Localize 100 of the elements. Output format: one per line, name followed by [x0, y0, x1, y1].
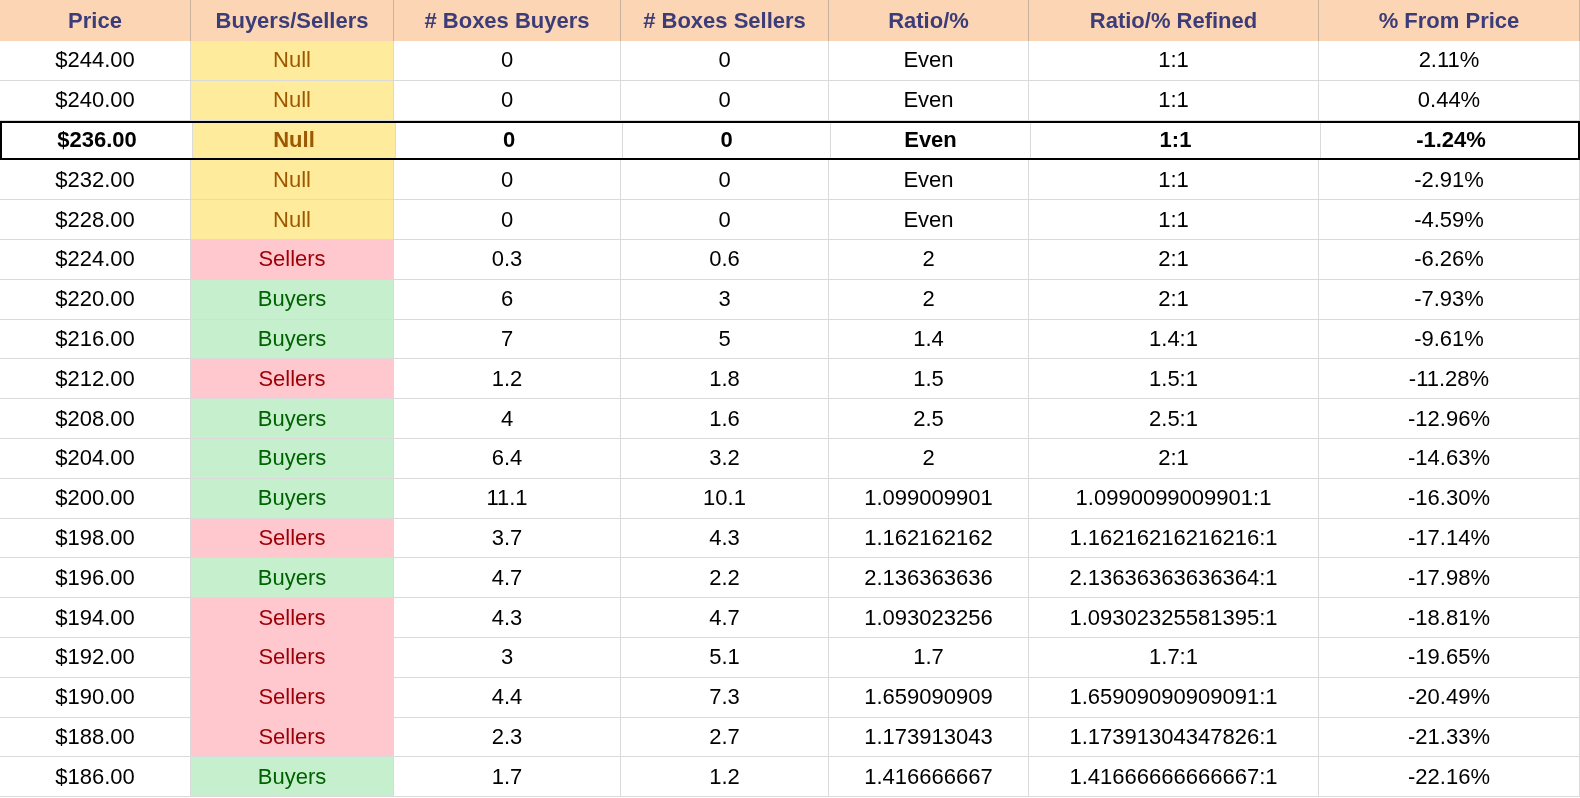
table-cell: 2.5: [829, 399, 1029, 439]
signal-cell: Buyers: [191, 558, 394, 599]
table-cell: 4.4: [394, 677, 621, 718]
signal-cell: Sellers: [191, 240, 394, 280]
table-cell: -18.81%: [1319, 598, 1580, 638]
table-cell: -16.30%: [1319, 478, 1580, 519]
signal-cell: Sellers: [191, 677, 394, 718]
table-cell: 2.11%: [1319, 41, 1580, 81]
signal-cell: Buyers: [191, 319, 394, 360]
table-cell: 0: [623, 122, 831, 159]
signal-cell: Sellers: [191, 637, 394, 678]
column-header: Ratio/%: [829, 0, 1029, 41]
table-cell: 0: [394, 160, 621, 201]
table-cell: 2: [829, 240, 1029, 280]
table-cell: -6.26%: [1319, 240, 1580, 280]
table-cell: 0: [621, 41, 829, 81]
table-cell: 1:1: [1029, 80, 1319, 121]
table-cell: 0: [394, 41, 621, 81]
signal-cell: Sellers: [191, 717, 394, 758]
table-cell: 1.162162162: [829, 518, 1029, 559]
table-cell: 7: [394, 319, 621, 360]
table-cell: 1.5:1: [1029, 359, 1319, 400]
table-cell: 3: [394, 637, 621, 678]
table-cell: 1.416666667: [829, 757, 1029, 798]
signal-cell: Buyers: [191, 438, 394, 479]
table-cell: -17.98%: [1319, 558, 1580, 599]
signal-cell: Buyers: [191, 757, 394, 798]
table-cell: -19.65%: [1319, 637, 1580, 678]
table-cell: 1:1: [1029, 200, 1319, 240]
table-cell: 1.099009901: [829, 478, 1029, 519]
table-cell: 2:1: [1029, 438, 1319, 479]
table-cell: 1.09302325581395:1: [1029, 598, 1319, 638]
table-cell: 1.7: [829, 637, 1029, 678]
table-cell: 4.3: [621, 518, 829, 559]
table-cell: Even: [829, 160, 1029, 201]
table-cell: 1.173913043: [829, 717, 1029, 758]
table-cell: 1.0990099009901:1: [1029, 478, 1319, 519]
table-cell: 0: [621, 200, 829, 240]
column-header: % From Price: [1319, 0, 1580, 41]
table-cell: 4.7: [621, 598, 829, 638]
table-cell: 2.5:1: [1029, 399, 1319, 439]
table-cell: -12.96%: [1319, 399, 1580, 439]
signal-cell: Sellers: [191, 598, 394, 638]
table-cell: 0.3: [394, 240, 621, 280]
table-cell: 7.3: [621, 677, 829, 718]
table-cell: 2: [829, 279, 1029, 320]
table-cell: 1:1: [1031, 122, 1321, 159]
table-cell: -17.14%: [1319, 518, 1580, 559]
table-cell: 3.7: [394, 518, 621, 559]
table-cell: 6: [394, 279, 621, 320]
table-cell: 10.1: [621, 478, 829, 519]
table-cell: 2.3: [394, 717, 621, 758]
signal-cell: Null: [191, 200, 394, 240]
table-cell: 1.17391304347826:1: [1029, 717, 1319, 758]
table-cell: 6.4: [394, 438, 621, 479]
signal-cell: Sellers: [191, 518, 394, 559]
table-cell: 0: [394, 80, 621, 121]
table-cell: 4: [394, 399, 621, 439]
table-cell: 0: [396, 122, 623, 159]
table-cell: 0.44%: [1319, 80, 1580, 121]
table-cell: 1.2: [394, 359, 621, 400]
column-header: # Boxes Sellers: [621, 0, 829, 41]
table-cell: 5.1: [621, 637, 829, 678]
column-header: # Boxes Buyers: [394, 0, 621, 41]
table-cell: 1.6: [621, 399, 829, 439]
table-cell: 1.41666666666667:1: [1029, 757, 1319, 798]
table-cell: Even: [831, 122, 1031, 159]
table-cell: -11.28%: [1319, 359, 1580, 400]
column-header: Price: [0, 0, 191, 41]
signal-cell: Buyers: [191, 478, 394, 519]
table-cell: 2.7: [621, 717, 829, 758]
table-cell: 0.6: [621, 240, 829, 280]
table-cell: 2.2: [621, 558, 829, 599]
column-header: Ratio/% Refined: [1029, 0, 1319, 41]
table-cell: Even: [829, 200, 1029, 240]
table-cell: 4.7: [394, 558, 621, 599]
table-cell: 1.7: [394, 757, 621, 798]
table-cell: 1.659090909: [829, 677, 1029, 718]
table-cell: 3: [621, 279, 829, 320]
table-cell: 0: [621, 80, 829, 121]
table-cell: -22.16%: [1319, 757, 1580, 798]
table-cell: 0: [621, 160, 829, 201]
table-cell: 3.2: [621, 438, 829, 479]
table-cell: -9.61%: [1319, 319, 1580, 360]
table-cell: -21.33%: [1319, 717, 1580, 758]
table-cell: 2: [829, 438, 1029, 479]
table-cell: 1.4:1: [1029, 319, 1319, 360]
signal-cell: Buyers: [191, 399, 394, 439]
signal-cell: Null: [191, 160, 394, 201]
table-cell: 1:1: [1029, 160, 1319, 201]
table-cell: 1:1: [1029, 41, 1319, 81]
table-cell: -7.93%: [1319, 279, 1580, 320]
signal-cell: Buyers: [191, 279, 394, 320]
table-cell: 2.136363636: [829, 558, 1029, 599]
table-cell: 2:1: [1029, 240, 1319, 280]
table-cell: 1.65909090909091:1: [1029, 677, 1319, 718]
table-cell: 0: [394, 200, 621, 240]
signal-cell: Null: [191, 80, 394, 121]
table-cell: 1.5: [829, 359, 1029, 400]
table-cell: -20.49%: [1319, 677, 1580, 718]
